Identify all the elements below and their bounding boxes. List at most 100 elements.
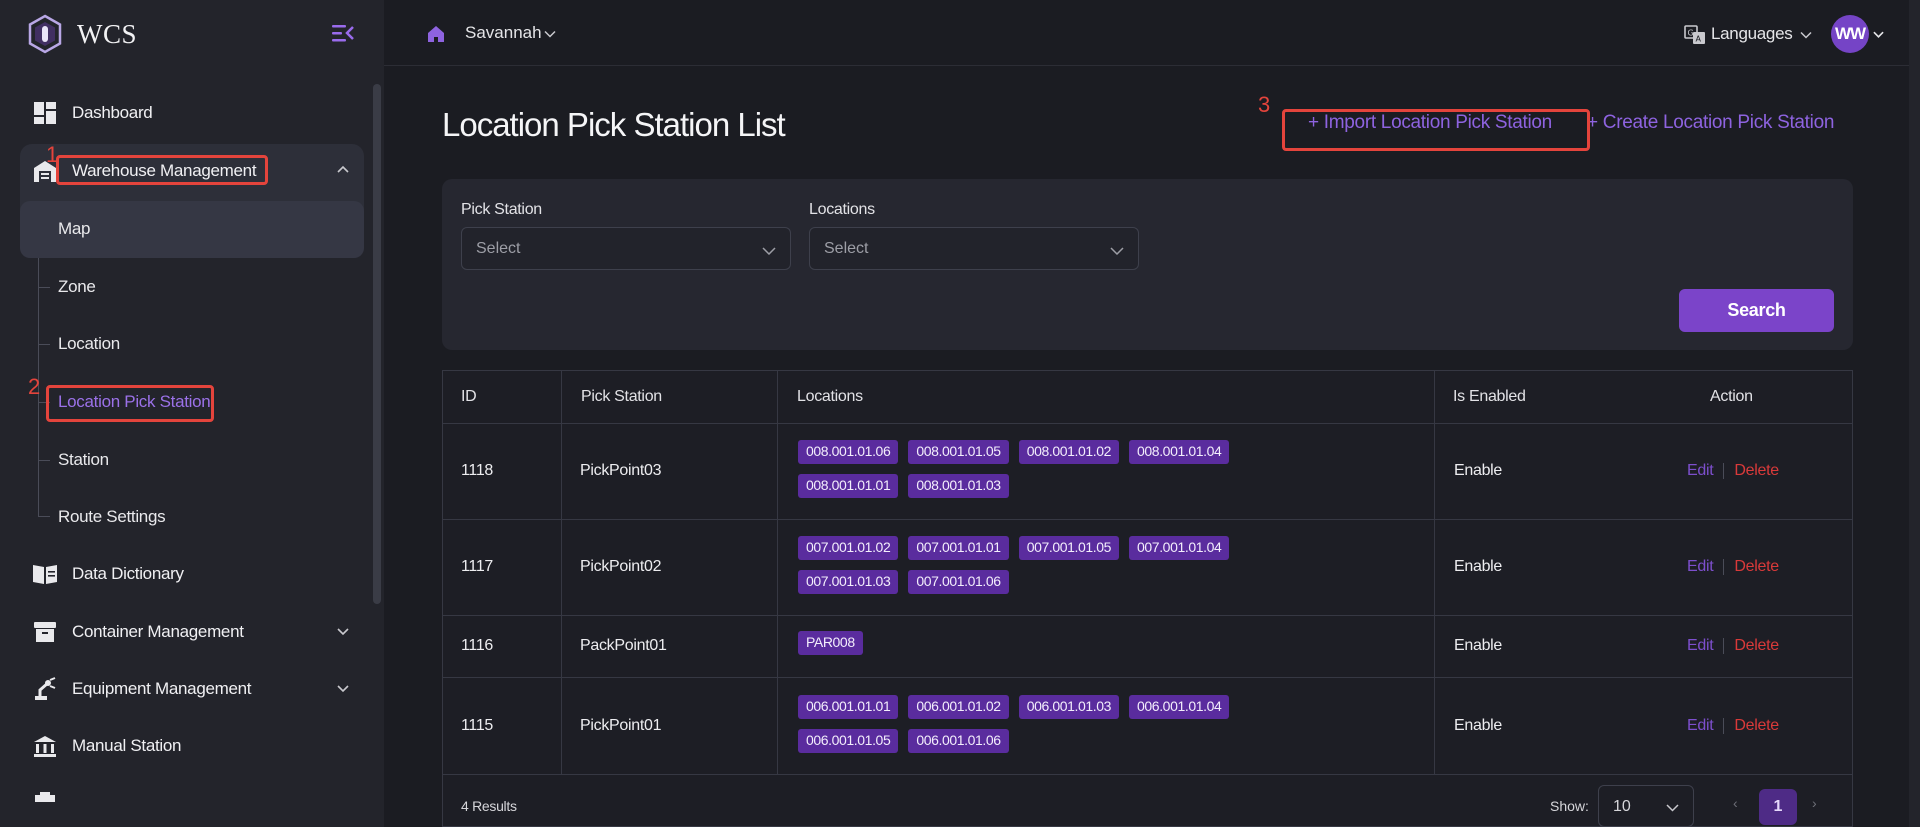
prev-page-icon[interactable]: ‹ <box>1733 795 1738 811</box>
logo-icon <box>28 14 62 54</box>
row-actions: Edit Delete <box>1687 558 1779 576</box>
location-tag: 008.001.01.05 <box>908 440 1009 464</box>
app-name: WCS <box>77 18 138 49</box>
chevron-down-icon <box>1666 804 1679 812</box>
sidebar-item-location[interactable]: Location <box>58 334 120 354</box>
annotation-box <box>1282 109 1590 151</box>
delete-link[interactable]: Delete <box>1734 462 1779 480</box>
row-actions: Edit Delete <box>1687 717 1779 735</box>
pick-station-select[interactable]: Select <box>461 227 791 270</box>
chevron-down-icon <box>337 685 349 693</box>
locations-label: Locations <box>809 201 875 218</box>
home-icon[interactable] <box>427 25 445 43</box>
location-tag: 006.001.01.02 <box>908 695 1009 719</box>
page-size-value: 10 <box>1613 798 1631 815</box>
next-page-icon[interactable]: › <box>1812 795 1817 811</box>
bank-icon <box>32 733 58 759</box>
languages-menu[interactable]: Languages <box>1711 24 1793 44</box>
annotation-number: 3 <box>1258 92 1271 117</box>
cell-id: 1118 <box>461 462 494 479</box>
edit-link[interactable]: Edit <box>1687 717 1714 735</box>
delete-link[interactable]: Delete <box>1734 717 1779 735</box>
location-tag: PAR008 <box>798 631 863 655</box>
sidebar-item-dashboard[interactable]: Dashboard <box>20 87 364 139</box>
dashboard-icon <box>32 100 58 126</box>
chevron-down-icon <box>762 247 776 256</box>
search-button[interactable]: Search <box>1679 289 1834 332</box>
chevron-down-icon[interactable] <box>1800 29 1812 41</box>
svg-text:G: G <box>1688 29 1694 38</box>
cell-pick-station: PackPoint01 <box>580 637 667 654</box>
row-divider <box>443 423 1852 424</box>
location-tag: 008.001.01.04 <box>1129 440 1230 464</box>
column-header-pick-station: Pick Station <box>581 388 662 405</box>
row-divider <box>443 677 1852 678</box>
workspace-selector[interactable]: Savannah <box>465 23 542 43</box>
submenu-tick <box>38 344 50 345</box>
annotation-box <box>56 155 268 185</box>
collapse-menu-icon[interactable] <box>330 22 356 44</box>
sidebar-item-equipment-management[interactable]: Equipment Management <box>20 663 364 715</box>
column-header-id: ID <box>461 388 477 405</box>
row-divider <box>443 519 1852 520</box>
edit-link[interactable]: Edit <box>1687 462 1714 480</box>
cell-is-enabled: Enable <box>1454 558 1503 575</box>
location-tag: 008.001.01.06 <box>798 440 899 464</box>
page-number-button[interactable]: 1 <box>1759 789 1797 825</box>
row-divider <box>443 774 1852 775</box>
translate-icon[interactable]: GA <box>1684 24 1706 46</box>
sidebar-item-partial[interactable] <box>20 777 364 803</box>
action-separator <box>1723 463 1725 479</box>
sidebar-item-station[interactable]: Station <box>58 450 109 470</box>
sidebar-item-label: Container Management <box>72 622 244 641</box>
delete-link[interactable]: Delete <box>1734 558 1779 576</box>
location-tag: 006.001.01.01 <box>798 695 899 719</box>
sidebar-item-map[interactable]: Map <box>58 219 90 239</box>
sidebar-item-route-settings[interactable]: Route Settings <box>58 507 166 527</box>
column-divider <box>561 371 562 775</box>
sidebar-scrollbar[interactable] <box>373 84 381 604</box>
submenu-tick <box>38 516 50 517</box>
annotation-number: 2 <box>28 374 41 399</box>
select-placeholder: Select <box>824 240 869 257</box>
chevron-down-icon <box>337 628 349 636</box>
action-separator <box>1723 559 1725 575</box>
sidebar-item-manual-station[interactable]: Manual Station <box>20 720 364 772</box>
sidebar-item-label: Equipment Management <box>72 679 252 698</box>
delete-link[interactable]: Delete <box>1734 637 1779 655</box>
chevron-up-icon <box>337 165 349 173</box>
edit-link[interactable]: Edit <box>1687 558 1714 576</box>
location-tags: 006.001.01.01 006.001.01.02 006.001.01.0… <box>798 695 1338 753</box>
user-avatar[interactable]: WW <box>1831 15 1869 53</box>
locations-select[interactable]: Select <box>809 227 1139 270</box>
annotation-box <box>46 385 214 422</box>
app-logo[interactable]: WCS <box>27 14 137 54</box>
submenu-tick <box>38 287 50 288</box>
row-actions: Edit Delete <box>1687 462 1779 480</box>
chevron-down-icon[interactable] <box>1873 29 1884 40</box>
chevron-down-icon <box>1110 247 1124 256</box>
location-tag: 007.001.01.03 <box>798 570 899 594</box>
sidebar-item-label: Manual Station <box>72 736 182 755</box>
column-divider <box>1434 371 1435 775</box>
chevron-down-icon[interactable] <box>544 28 556 40</box>
row-divider <box>443 615 1852 616</box>
sidebar-item-zone[interactable]: Zone <box>58 277 96 297</box>
page-title: Location Pick Station List <box>442 106 786 143</box>
page-scrollbar[interactable] <box>1909 0 1920 827</box>
location-tags: PAR008 <box>798 631 1338 655</box>
cell-is-enabled: Enable <box>1454 717 1503 734</box>
cell-id: 1115 <box>461 717 494 734</box>
location-tags: 008.001.01.06 008.001.01.05 008.001.01.0… <box>798 440 1338 498</box>
sidebar-item-data-dictionary[interactable]: Data Dictionary <box>20 548 364 600</box>
sidebar-item-label: Dashboard <box>72 103 153 122</box>
create-location-pick-station-button[interactable]: + Create Location Pick Station <box>1587 112 1834 134</box>
column-header-locations: Locations <box>797 388 863 405</box>
pick-station-label: Pick Station <box>461 201 542 218</box>
location-tag: 008.001.01.02 <box>1018 440 1120 464</box>
location-tags: 007.001.01.02 007.001.01.01 007.001.01.0… <box>798 536 1338 594</box>
edit-link[interactable]: Edit <box>1687 637 1714 655</box>
briefcase-icon <box>32 777 58 803</box>
page-size-select[interactable]: 10 <box>1598 785 1694 827</box>
sidebar-item-container-management[interactable]: Container Management <box>20 606 364 658</box>
